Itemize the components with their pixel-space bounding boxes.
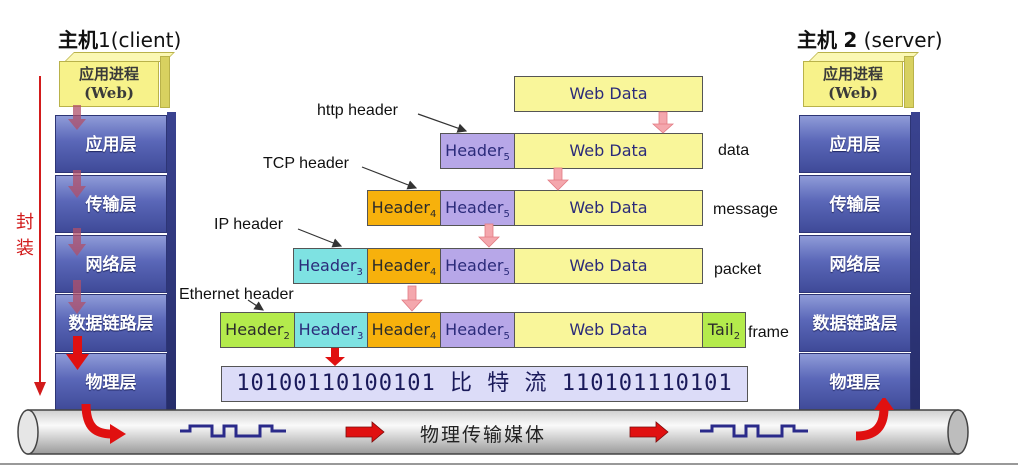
pink-arrow-2 [547, 167, 569, 191]
pink-arrow-1 [651, 111, 675, 134]
pink-arrow-4 [401, 285, 423, 312]
pink-arrow-3 [478, 223, 500, 248]
physical-medium-label: 物理传输媒体 [420, 424, 547, 446]
bit-stream: 10100110100101 比 特 流 110101110101 [221, 366, 748, 402]
red-down-arrow [325, 348, 345, 366]
